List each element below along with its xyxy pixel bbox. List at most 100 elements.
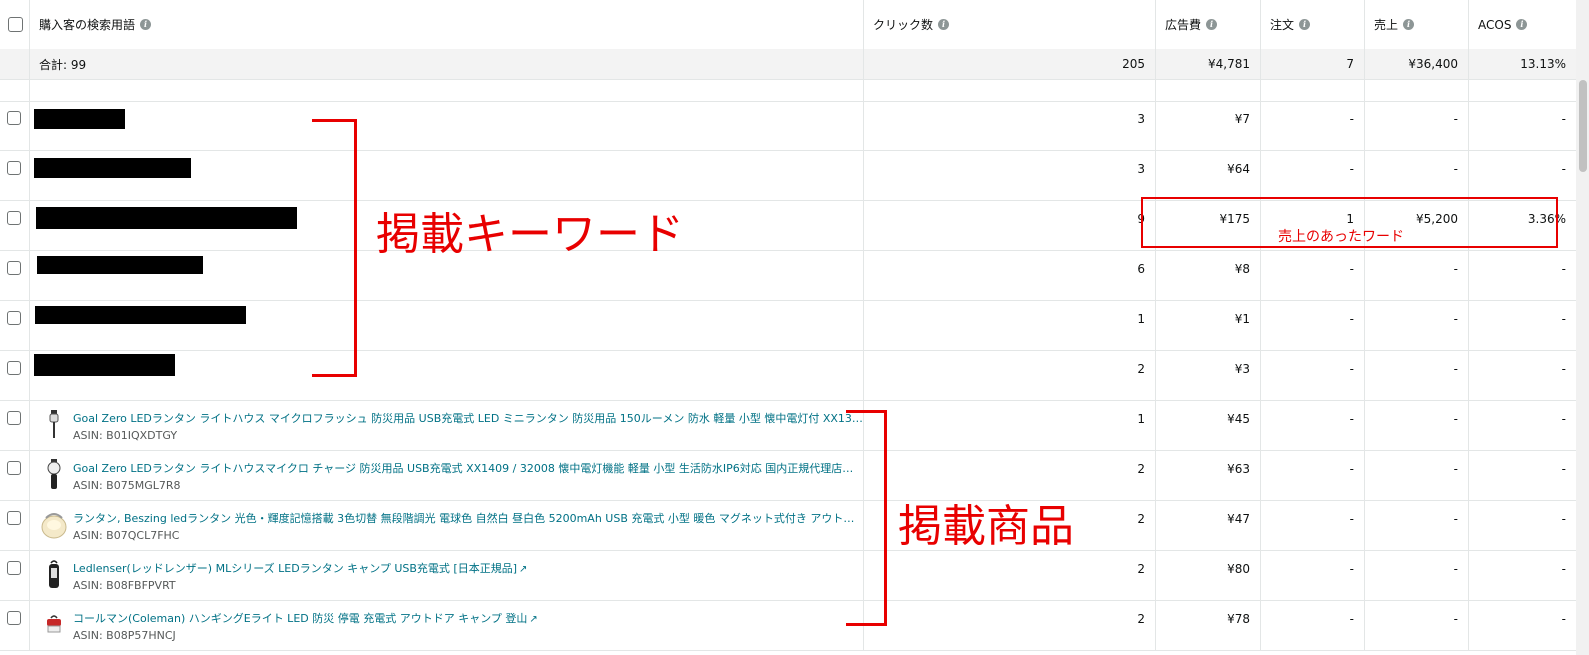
sales-value: - (1453, 412, 1458, 426)
spacer-cell (1261, 80, 1365, 101)
orders-cell: - (1261, 451, 1365, 500)
header-clicks-label: クリック数 (873, 18, 934, 32)
sales-value: - (1453, 162, 1458, 176)
header-spend[interactable]: 広告費 i (1156, 0, 1261, 49)
lantern-icon (41, 459, 67, 491)
info-icon[interactable]: i (1516, 19, 1528, 30)
lantern-icon (41, 559, 67, 591)
product-cell: コールマン(Coleman) ハンギングEライト LED 防災 停電 充電式 ア… (30, 601, 864, 650)
product-title-link[interactable]: Goal Zero LEDランタン ライトハウス マイクロフラッシュ 防災用品 … (73, 410, 863, 426)
row-checkbox[interactable] (7, 361, 21, 375)
header-sales[interactable]: 売上 i (1365, 0, 1469, 49)
header-acos[interactable]: ACOS i (1469, 0, 1576, 49)
row-checkbox[interactable] (7, 411, 21, 425)
header-search-term[interactable]: 購入客の検索用語 i (30, 0, 864, 49)
acos-value: - (1561, 612, 1566, 626)
header-orders[interactable]: 注文 i (1261, 0, 1365, 49)
row-checkbox[interactable] (7, 611, 21, 625)
product-title-link[interactable]: Ledlenser(レッドレンザー) MLシリーズ LEDランタン キャンプ U… (73, 560, 527, 576)
row-checkbox[interactable] (7, 111, 21, 125)
scrollbar-thumb[interactable] (1579, 80, 1587, 172)
product-title-link[interactable]: Goal Zero LEDランタン ライトハウスマイクロ チャージ 防災用品 U… (73, 460, 863, 476)
sales-value: - (1453, 512, 1458, 526)
acos-value: - (1561, 362, 1566, 376)
select-all-checkbox[interactable] (8, 17, 23, 32)
info-icon[interactable]: i (1403, 19, 1415, 30)
clicks-cell: 9 (864, 201, 1156, 250)
orders-value: - (1349, 562, 1354, 576)
row-checkbox[interactable] (7, 261, 21, 275)
keywords-annotation: 掲載キーワード (376, 209, 684, 260)
clicks-value: 3 (1137, 162, 1145, 176)
acos-value: - (1561, 462, 1566, 476)
spend-value: ¥80 (1227, 562, 1250, 576)
spend-cell: ¥3 (1156, 351, 1261, 400)
spend-cell: ¥64 (1156, 151, 1261, 200)
external-link-icon: ↗ (529, 614, 538, 625)
orders-value: - (1349, 612, 1354, 626)
products-annotation: 掲載商品 (898, 501, 1074, 552)
product-asin: ASIN: B075MGL7R8 (73, 479, 181, 492)
sales-cell: - (1365, 101, 1469, 150)
row-checkbox[interactable] (7, 461, 21, 475)
row-checkbox[interactable] (7, 561, 21, 575)
acos-cell: - (1469, 401, 1576, 450)
table-row: 2 ¥3 - - - (0, 351, 1576, 401)
lantern-icon (41, 409, 67, 441)
info-icon[interactable]: i (1299, 19, 1311, 30)
total-label: 合計: 99 (30, 49, 864, 79)
sales-cell: - (1365, 251, 1469, 300)
row-select-cell (0, 451, 30, 500)
spacer-cell (1365, 80, 1469, 101)
info-icon[interactable]: i (938, 19, 950, 30)
header-spend-label: 広告費 (1165, 18, 1202, 32)
sales-cell: - (1365, 401, 1469, 450)
row-select-cell (0, 401, 30, 450)
product-title-link[interactable]: コールマン(Coleman) ハンギングEライト LED 防災 停電 充電式 ア… (73, 610, 538, 626)
info-icon[interactable]: i (140, 19, 152, 30)
clicks-cell: 3 (864, 151, 1156, 200)
search-term-cell (30, 301, 864, 350)
acos-value: - (1561, 112, 1566, 126)
clicks-cell: 2 (864, 351, 1156, 400)
clicks-cell: 3 (864, 101, 1156, 150)
redacted-keyword (34, 158, 191, 178)
total-clicks: 205 (864, 49, 1156, 79)
product-asin: ASIN: B08FBFPVRT (73, 579, 176, 592)
product-title-link[interactable]: ランタン, Beszing ledランタン 光色・輝度記憶搭載 3色切替 無段階… (73, 510, 863, 526)
spend-cell: ¥1 (1156, 301, 1261, 350)
acos-cell: - (1469, 451, 1576, 500)
spacer-cell (1469, 80, 1576, 101)
sales-value: - (1453, 362, 1458, 376)
acos-value: - (1561, 412, 1566, 426)
row-checkbox[interactable] (7, 511, 21, 525)
acos-cell: - (1469, 101, 1576, 150)
spacer-cell (30, 80, 864, 101)
row-select-cell (0, 601, 30, 650)
product-asin: ASIN: B07QCL7FHC (73, 529, 180, 542)
info-icon[interactable]: i (1206, 19, 1218, 30)
clicks-value: 1 (1137, 312, 1145, 326)
row-select-cell (0, 501, 30, 550)
spend-value: ¥7 (1234, 112, 1250, 126)
row-checkbox[interactable] (7, 311, 21, 325)
orders-cell: - (1261, 101, 1365, 150)
row-checkbox[interactable] (7, 211, 21, 225)
orders-value: - (1349, 312, 1354, 326)
sales-cell: - (1365, 351, 1469, 400)
clicks-value: 2 (1137, 462, 1145, 476)
header-orders-label: 注文 (1270, 18, 1295, 32)
search-term-cell (30, 351, 864, 400)
redacted-keyword (37, 256, 203, 274)
clicks-value: 2 (1137, 362, 1145, 376)
orders-cell: - (1261, 601, 1365, 650)
header-select-cell (0, 0, 30, 49)
row-checkbox[interactable] (7, 161, 21, 175)
row-select-cell (0, 351, 30, 400)
row-select-cell (0, 251, 30, 300)
table-row: コールマン(Coleman) ハンギングEライト LED 防災 停電 充電式 ア… (0, 601, 1576, 651)
sales-value: - (1453, 262, 1458, 276)
header-clicks[interactable]: クリック数 i (864, 0, 1156, 49)
acos-cell: - (1469, 151, 1576, 200)
acos-value: - (1561, 562, 1566, 576)
